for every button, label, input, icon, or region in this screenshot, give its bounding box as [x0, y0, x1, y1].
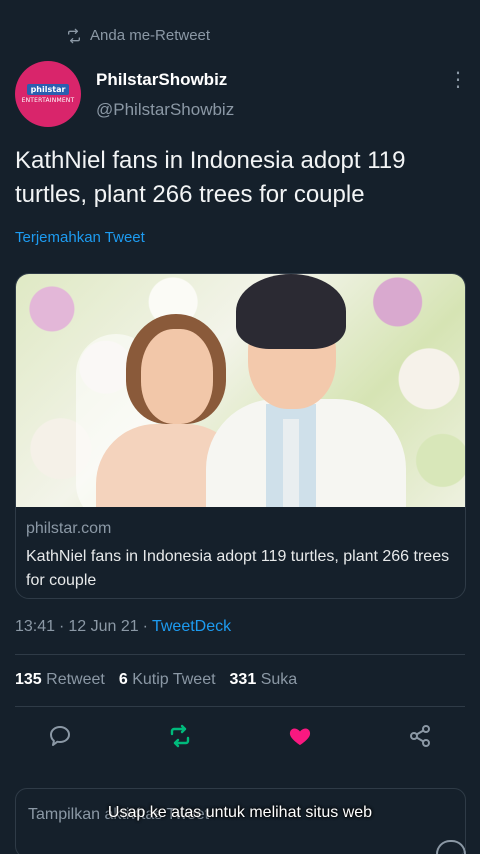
author-name[interactable]: PhilstarShowbiz — [96, 70, 227, 90]
tweet-timestamp: 13:41 · 12 Jun 21 · TweetDeck — [15, 618, 231, 636]
author-handle[interactable]: @PhilstarShowbiz — [96, 100, 234, 120]
divider — [15, 654, 465, 655]
quotes-stat[interactable]: 6 Kutip Tweet — [119, 671, 216, 689]
retweets-label: Retweet — [46, 671, 105, 688]
link-title: KathNiel fans in Indonesia adopt 119 tur… — [26, 548, 450, 589]
likes-count: 331 — [229, 671, 257, 688]
avatar[interactable]: philstar ENTERTAINMENT — [15, 61, 81, 127]
more-options-icon[interactable]: ⋮ — [448, 70, 468, 90]
avatar-logo: philstar — [26, 84, 70, 95]
share-button[interactable] — [406, 722, 434, 750]
divider — [15, 706, 465, 707]
reply-button[interactable] — [46, 722, 74, 750]
tweet-text: KathNiel fans in Indonesia adopt 119 tur… — [15, 147, 406, 208]
retweet-button[interactable] — [166, 722, 194, 750]
like-button[interactable] — [286, 722, 314, 750]
translate-tweet-link[interactable]: Terjemahkan Tweet — [15, 229, 145, 246]
woman-face — [141, 329, 213, 424]
man-tie — [283, 419, 299, 507]
quotes-label: Kutip Tweet — [132, 671, 216, 688]
link-preview-meta: philstar.com KathNiel fans in Indonesia … — [16, 507, 465, 593]
retweet-icon — [68, 28, 80, 43]
separator: · — [142, 618, 148, 635]
retweet-banner: Anda me-Retweet — [66, 27, 210, 44]
retweets-stat[interactable]: 135 Retweet — [15, 671, 105, 689]
man-hair — [236, 274, 346, 349]
tweet-source-link[interactable]: TweetDeck — [152, 618, 231, 636]
separator: · — [59, 618, 65, 635]
link-preview-image[interactable] — [16, 274, 465, 507]
tweet-stats: 135 Retweet 6 Kutip Tweet 331 Suka — [15, 671, 297, 689]
swipe-up-hint: Usap ke atas untuk melihat situs web — [107, 804, 373, 821]
tweet-actions — [0, 722, 480, 752]
link-preview-card[interactable]: philstar.com KathNiel fans in Indonesia … — [15, 273, 466, 599]
reply-icon — [50, 726, 70, 746]
tweet-date: 12 Jun 21 — [68, 618, 139, 635]
retweet-banner-text: Anda me-Retweet — [90, 27, 211, 44]
share-icon — [410, 725, 430, 747]
tweet-time: 13:41 — [15, 618, 56, 635]
retweets-count: 135 — [15, 671, 42, 688]
heart-icon — [289, 728, 311, 745]
likes-stat[interactable]: 331 Suka — [230, 671, 298, 689]
avatar-logo-sub: ENTERTAINMENT — [21, 97, 75, 104]
quotes-count: 6 — [118, 671, 128, 688]
retweet-icon — [170, 724, 190, 748]
link-domain: philstar.com — [26, 520, 112, 537]
likes-label: Suka — [260, 671, 298, 688]
